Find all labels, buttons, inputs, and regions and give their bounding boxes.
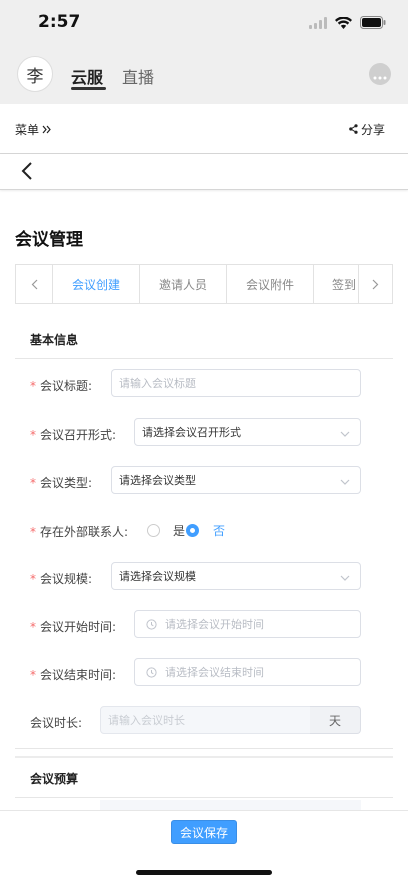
menu-label: 菜单 <box>15 123 40 137</box>
label-meeting-scale: * 会议规模: <box>30 572 93 586</box>
meeting-format-value: 请选择会议召开形式 <box>142 426 241 439</box>
chevron-left-icon <box>20 162 34 185</box>
duration-input[interactable]: 请输入会议时长 <box>100 706 311 734</box>
chevron-down-icon <box>340 427 350 440</box>
more-dots-icon <box>373 65 387 84</box>
chevron-right-icon <box>372 275 379 294</box>
signal-icon <box>309 14 327 33</box>
duration-placeholder: 请输入会议时长 <box>108 714 185 727</box>
start-time-placeholder: 请选择会议开始时间 <box>165 618 264 631</box>
radio-label-no: 否 <box>213 524 226 538</box>
tab-meeting-create[interactable]: 会议创建 <box>52 265 139 303</box>
section-title-budget: 会议预算 <box>30 772 79 786</box>
back-button[interactable] <box>20 161 34 185</box>
label-meeting-format: * 会议召开形式: <box>30 428 117 442</box>
section-divider <box>15 797 393 798</box>
end-time-placeholder: 请选择会议结束时间 <box>165 666 264 679</box>
meeting-title-input[interactable]: 请输入会议标题 <box>111 369 361 397</box>
status-icons <box>309 14 386 33</box>
required-asterisk: * <box>30 525 36 539</box>
menu-bar: 菜单 分享 <box>0 104 408 154</box>
tab-yunfu[interactable]: 云服 <box>71 64 103 88</box>
section-title-basic-info: 基本信息 <box>30 333 79 347</box>
tab-strip: 会议创建 邀请人员 会议附件 签到 <box>15 264 393 304</box>
double-chevron-right-icon <box>42 123 51 137</box>
chevron-down-icon <box>340 475 350 488</box>
end-time-picker[interactable]: 请选择会议结束时间 <box>134 658 361 686</box>
section-divider <box>15 358 393 359</box>
required-asterisk: * <box>30 668 36 682</box>
tab-invite-people[interactable]: 邀请人员 <box>139 265 226 303</box>
meeting-type-value: 请选择会议类型 <box>119 474 196 487</box>
tab-live[interactable]: 直播 <box>122 64 154 88</box>
status-time: 2:57 <box>38 12 81 32</box>
avatar[interactable]: 李 <box>17 56 53 92</box>
meeting-title-placeholder: 请输入会议标题 <box>119 377 196 390</box>
meeting-type-select[interactable]: 请选择会议类型 <box>111 466 361 494</box>
page-title: 会议管理 <box>15 230 83 250</box>
required-asterisk: * <box>30 428 36 442</box>
radio-external-no[interactable] <box>186 524 199 537</box>
meeting-scale-select[interactable]: 请选择会议规模 <box>111 562 361 590</box>
label-meeting-type: * 会议类型: <box>30 476 93 490</box>
section-divider <box>15 748 393 749</box>
active-tab-indicator <box>71 87 106 90</box>
more-button[interactable] <box>369 63 391 85</box>
tab-scroll-right[interactable] <box>358 265 392 303</box>
clock-icon <box>146 666 157 678</box>
tab-meeting-attachments[interactable]: 会议附件 <box>226 265 313 303</box>
status-bar: 2:57 <box>0 0 408 46</box>
label-duration: 会议时长: <box>30 716 83 730</box>
required-asterisk: * <box>30 572 36 586</box>
chevron-down-icon <box>340 571 350 584</box>
radio-external-yes[interactable] <box>147 524 160 537</box>
wifi-icon <box>335 14 352 33</box>
meeting-scale-value: 请选择会议规模 <box>119 570 196 583</box>
share-button[interactable]: 分享 <box>349 121 385 138</box>
label-start-time: * 会议开始时间: <box>30 620 117 634</box>
share-icon <box>349 123 358 137</box>
radio-label-yes: 是 <box>173 524 186 538</box>
required-asterisk: * <box>30 620 36 634</box>
save-button[interactable]: 会议保存 <box>171 820 237 844</box>
clock-icon <box>146 618 157 630</box>
duration-unit: 天 <box>310 706 361 734</box>
home-indicator <box>136 870 272 875</box>
meeting-format-select[interactable]: 请选择会议召开形式 <box>134 418 361 446</box>
label-external-contact: * 存在外部联系人: <box>30 525 129 539</box>
app-header: 李 云服 直播 <box>0 46 408 104</box>
footer: 会议保存 <box>0 810 408 883</box>
share-label: 分享 <box>360 123 385 137</box>
tab-scroll-left[interactable] <box>16 265 52 303</box>
budget-field-partial <box>100 800 361 810</box>
required-asterisk: * <box>30 476 36 490</box>
chevron-left-icon <box>31 275 38 294</box>
label-meeting-title: * 会议标题: <box>30 379 93 393</box>
required-asterisk: * <box>30 379 36 393</box>
battery-icon <box>360 14 386 33</box>
section-divider <box>15 756 393 758</box>
back-bar <box>0 154 408 190</box>
start-time-picker[interactable]: 请选择会议开始时间 <box>134 610 361 638</box>
menu-button[interactable]: 菜单 <box>15 121 51 138</box>
label-end-time: * 会议结束时间: <box>30 668 117 682</box>
